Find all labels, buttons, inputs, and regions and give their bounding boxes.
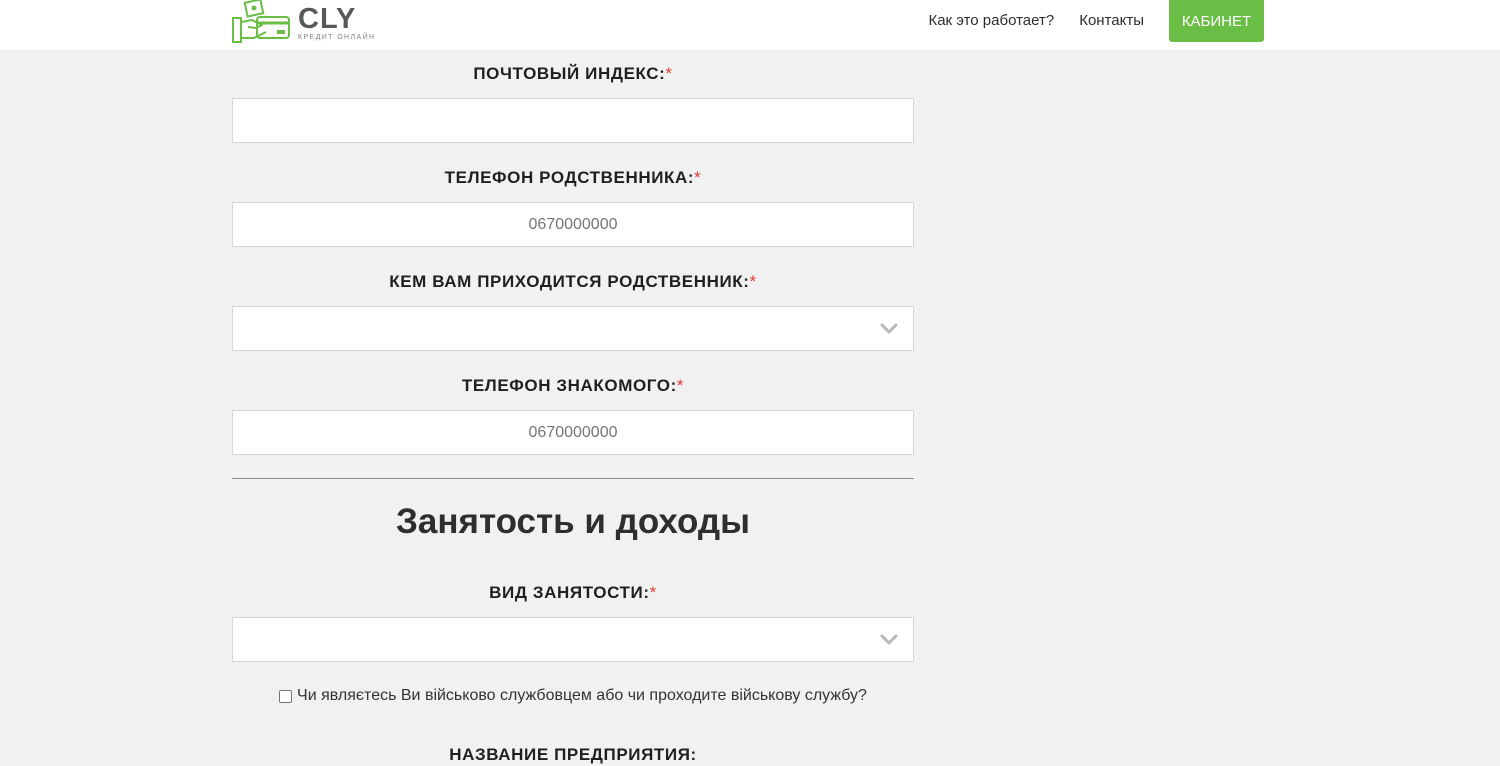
site-header: CLY КРЕДИТ ОНЛАЙН Как это работает? Конт…: [0, 0, 1500, 50]
military-checkbox-label: Чи являєтесь Ви військово службовцем або…: [297, 687, 867, 704]
postal-index-input[interactable]: [233, 99, 913, 142]
postal-index-label: ПОЧТОВЫЙ ИНДЕКС:*: [473, 64, 673, 83]
required-mark: *: [676, 376, 685, 395]
logo-subtitle: КРЕДИТ ОНЛАЙН: [298, 34, 376, 41]
required-mark: *: [649, 583, 657, 602]
main-nav: Как это работает? Контакты КАБИНЕТ: [928, 0, 1264, 42]
acquaintance-phone-label: ТЕЛЕФОН ЗНАКОМОГО:*: [461, 376, 685, 395]
relative-relation-select[interactable]: [232, 306, 914, 351]
required-mark: *: [749, 272, 757, 291]
military-checkbox[interactable]: [279, 690, 293, 703]
acquaintance-phone-input[interactable]: [233, 411, 913, 454]
company-name-label: НАЗВАНИЕ ПРЕДПРИЯТИЯ:: [449, 745, 697, 764]
relative-phone-label: ТЕЛЕФОН РОДСТВЕННИКА:*: [444, 168, 702, 187]
acquaintance-phone-field[interactable]: [232, 410, 914, 455]
military-checkbox-row[interactable]: Чи являєтесь Ви військово службовцем або…: [232, 687, 914, 705]
logo-text: CLY КРЕДИТ ОНЛАЙН: [298, 0, 375, 42]
chevron-down-icon: [880, 634, 898, 645]
employment-type-select[interactable]: [232, 617, 914, 662]
relative-phone-field[interactable]: [232, 202, 914, 247]
section-divider: [232, 478, 914, 479]
chevron-down-icon: [880, 323, 898, 334]
relative-relation-label: КЕМ ВАМ ПРИХОДИТСЯ РОДСТВЕННИК:*: [389, 272, 757, 291]
employment-type-label: ВИД ЗАНЯТОСТИ:*: [489, 583, 657, 602]
postal-index-field[interactable]: [232, 98, 914, 143]
site-logo[interactable]: CLY КРЕДИТ ОНЛАЙН: [232, 0, 375, 46]
required-mark: *: [694, 168, 702, 187]
section-title-employment: Занятость и доходы: [396, 502, 750, 541]
logo-word: CLY: [298, 3, 357, 35]
required-mark: *: [665, 64, 673, 83]
nav-contacts[interactable]: Контакты: [1079, 2, 1144, 40]
nav-how-it-works[interactable]: Как это работает?: [928, 2, 1054, 40]
relative-phone-input[interactable]: [233, 203, 913, 246]
hand-with-money-card-icon: [232, 0, 290, 43]
cabinet-button[interactable]: КАБИНЕТ: [1169, 0, 1264, 42]
